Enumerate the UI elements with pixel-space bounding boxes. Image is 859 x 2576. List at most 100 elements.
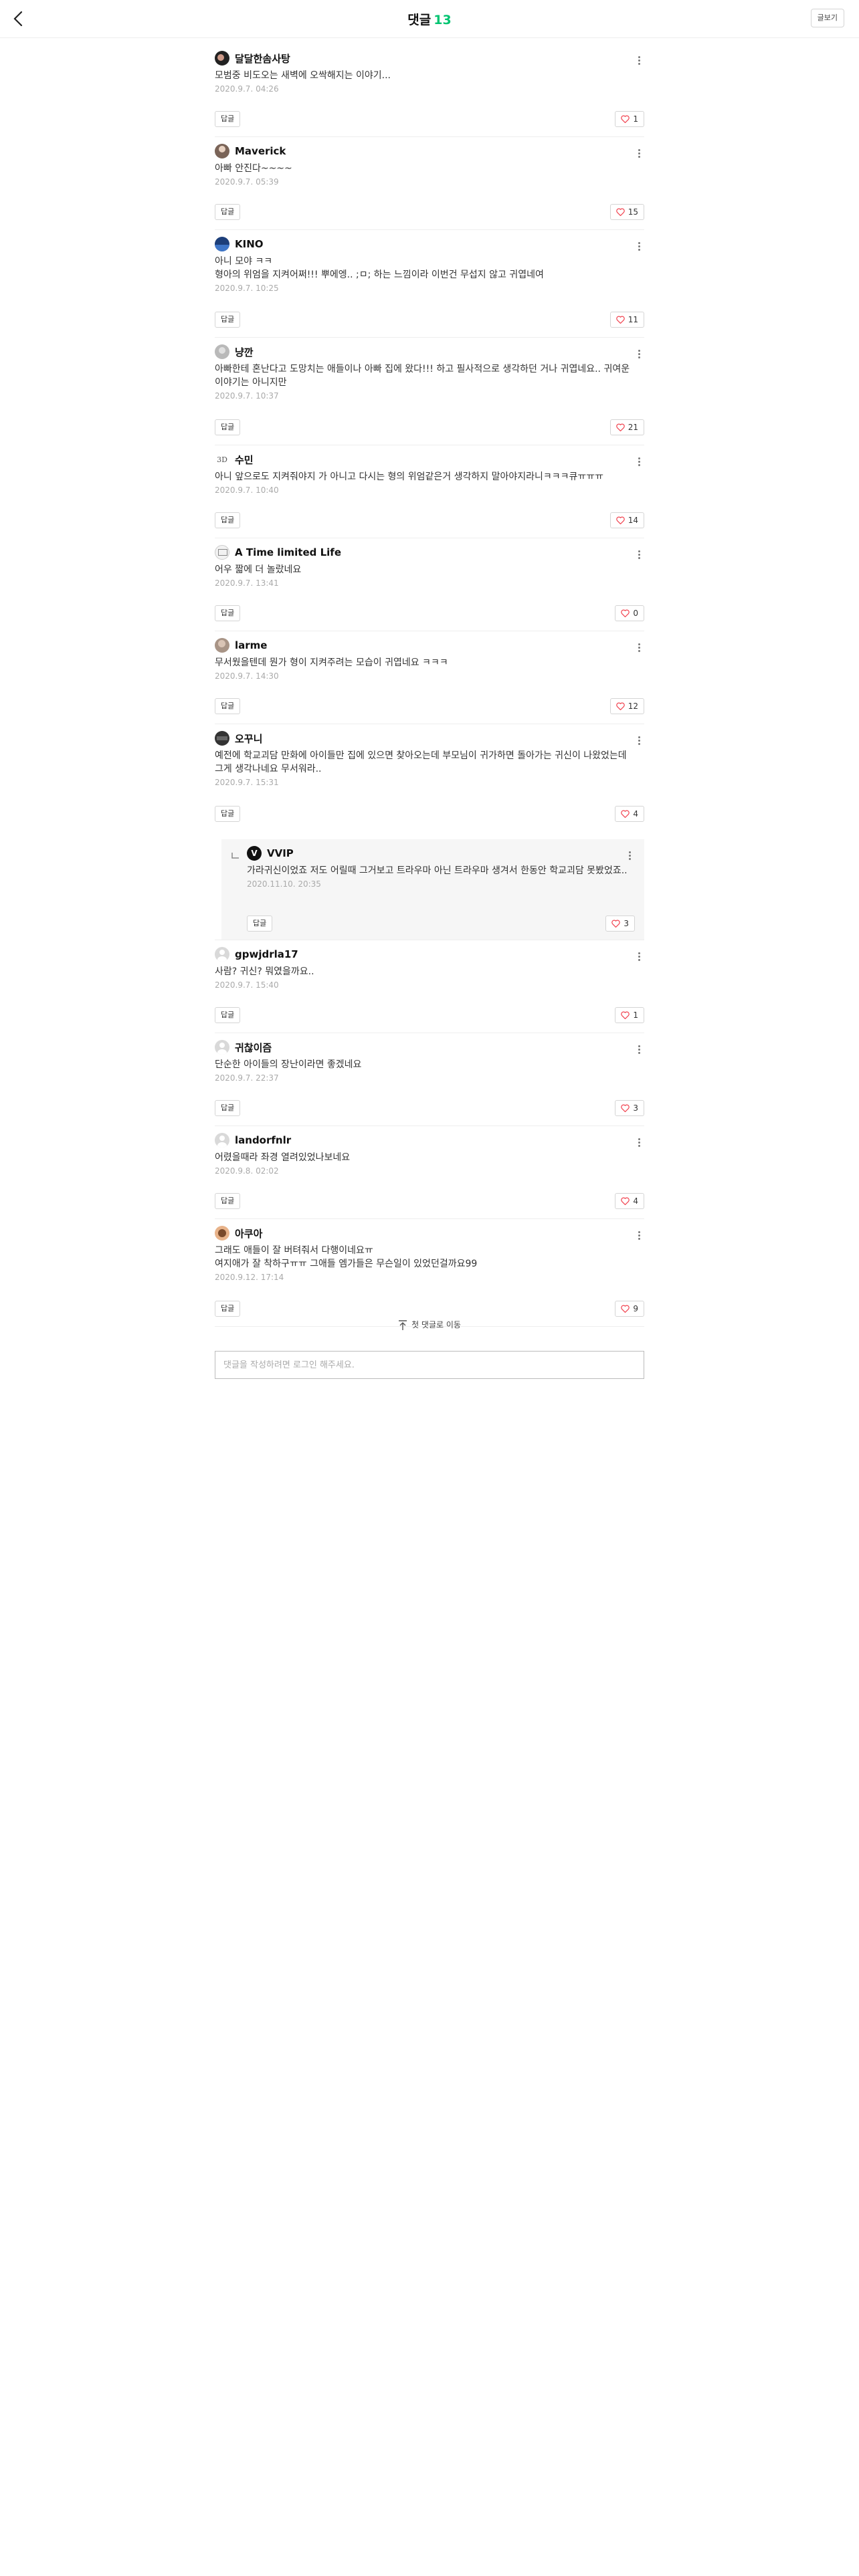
avatar[interactable] [215, 237, 229, 251]
reply-button[interactable]: 답글 [215, 312, 241, 328]
heart-icon [615, 423, 625, 431]
comment-text: 그래도 애들이 잘 버텨줘서 다행이네요ㅠ 여지애가 잘 착하구ㅠㅠ 그애들 엠… [215, 1245, 478, 1269]
like-count: 3 [633, 1103, 638, 1113]
comment-author[interactable]: landorfnlr [235, 1134, 291, 1146]
comment-author[interactable]: A Time limited Life [235, 546, 341, 558]
like-button[interactable]: 21 [609, 419, 644, 435]
more-options-icon[interactable] [634, 1228, 644, 1242]
reply-button[interactable]: 답글 [215, 1100, 241, 1116]
comment-author[interactable]: Maverick [235, 145, 286, 157]
avatar[interactable]: V [247, 846, 262, 861]
more-options-icon[interactable] [634, 1136, 644, 1149]
like-button[interactable]: 12 [609, 698, 644, 714]
more-options-icon[interactable] [634, 347, 644, 360]
more-options-icon[interactable] [634, 641, 644, 654]
title-text: 댓글 [407, 13, 432, 27]
comment-item: 달달한솜사탕 모범중 비도오는 새벽에 오싹해지는 이야기... 2020.9.… [215, 44, 644, 137]
comment-text: 예전에 학교괴담 만화에 아이들만 집에 있으면 찾아오는데 부모님이 귀가하면… [215, 750, 627, 774]
avatar[interactable] [215, 545, 229, 560]
avatar[interactable] [215, 344, 229, 359]
like-count: 15 [628, 207, 638, 217]
more-options-icon[interactable] [624, 849, 635, 862]
avatar[interactable] [215, 731, 229, 746]
first-comment-label: 첫 댓글로 이동 [411, 1320, 461, 1329]
comment-text: 모범중 비도오는 새벽에 오싹해지는 이야기... [215, 70, 391, 81]
more-options-icon[interactable] [634, 1043, 644, 1056]
like-count: 1 [633, 1010, 638, 1020]
more-options-icon[interactable] [634, 455, 644, 468]
avatar[interactable] [215, 638, 229, 653]
like-button[interactable]: 3 [605, 916, 635, 932]
comment-date: 2020.9.7. 10:40 [215, 486, 279, 495]
more-options-icon[interactable] [634, 950, 644, 963]
like-button[interactable]: 11 [609, 312, 644, 328]
heart-icon [615, 208, 625, 216]
comment-item: 3D 수민 아니 앞으로도 지켜줘야지 가 아니고 다시는 형의 위엄같은거 생… [215, 445, 644, 538]
avatar[interactable] [215, 947, 229, 962]
reply-button[interactable]: 답글 [215, 806, 241, 822]
reply-button[interactable]: 답글 [215, 1007, 241, 1023]
comment-text: 아빠 안진다~~~~ [215, 163, 292, 174]
avatar[interactable] [215, 1040, 229, 1055]
reply-button[interactable]: 답글 [215, 512, 241, 528]
avatar[interactable]: 3D [215, 452, 229, 467]
comment-author[interactable]: KINO [235, 238, 264, 250]
comment-author[interactable]: 아쿠아 [235, 1226, 262, 1241]
reply-button[interactable]: 답글 [215, 1193, 241, 1209]
comment-date: 2020.9.7. 10:37 [215, 391, 279, 401]
comment-date: 2020.9.7. 05:39 [215, 177, 279, 187]
comment-item: A Time limited Life 어우 짧에 더 놀랐네요 2020.9.… [215, 538, 644, 631]
reply-thread: V VVIP 가라귀신이었죠 저도 어릴때 그거보고 트라우마 아닌 트라우마 … [215, 831, 644, 940]
avatar[interactable] [215, 144, 229, 158]
comment-author[interactable]: gpwjdrla17 [235, 948, 298, 960]
comment-text: 가라귀신이었죠 저도 어릴때 그거보고 트라우마 아닌 트라우마 생겨서 한동안… [247, 865, 628, 876]
comment-author[interactable]: 귀찮이즘 [235, 1041, 272, 1055]
more-options-icon[interactable] [634, 239, 644, 253]
like-button[interactable]: 0 [615, 605, 644, 621]
reply-button[interactable]: 답글 [215, 605, 241, 621]
comment-author[interactable]: larme [235, 639, 267, 651]
comment-author[interactable]: 냥깐 [235, 345, 254, 359]
like-count: 12 [628, 702, 638, 711]
reply-button[interactable]: 답글 [215, 1301, 241, 1317]
reply-item: V VVIP 가라귀신이었죠 저도 어릴때 그거보고 트라우마 아닌 트라우마 … [221, 839, 644, 940]
go-to-first-comment-link[interactable]: 첫 댓글로 이동 [0, 1317, 859, 1332]
like-button[interactable]: 1 [615, 1007, 644, 1023]
comment-date: 2020.11.10. 20:35 [247, 879, 321, 889]
comment-author[interactable]: VVIP [267, 847, 294, 859]
comment-date: 2020.9.7. 10:25 [215, 284, 279, 293]
comment-date: 2020.9.7. 04:26 [215, 84, 279, 94]
comment-author[interactable]: 달달한솜사탕 [235, 51, 290, 66]
comment-text: 무서웠을텐데 뭔가 형이 지켜주려는 모습이 귀엽네요 ㅋㅋㅋ [215, 657, 448, 668]
like-count: 3 [624, 919, 629, 928]
like-button[interactable]: 3 [615, 1100, 644, 1116]
like-button[interactable]: 9 [615, 1301, 644, 1317]
more-options-icon[interactable] [634, 146, 644, 160]
like-button[interactable]: 4 [615, 806, 644, 822]
reply-button[interactable]: 답글 [215, 204, 241, 220]
like-button[interactable]: 4 [615, 1193, 644, 1209]
reply-button[interactable]: 답글 [215, 419, 241, 435]
comment-item: 귀찮이즘 단순한 아이들의 장난이라면 좋겠네요 2020.9.7. 22:37… [215, 1033, 644, 1126]
reply-button[interactable]: 답글 [215, 111, 241, 127]
like-button[interactable]: 15 [609, 204, 644, 220]
heart-icon [611, 920, 621, 928]
avatar[interactable] [215, 1133, 229, 1148]
reply-button[interactable]: 답글 [215, 698, 241, 714]
comment-date: 2020.9.7. 13:41 [215, 578, 279, 588]
comment-author[interactable]: 오꾸니 [235, 732, 262, 746]
like-button[interactable]: 14 [609, 512, 644, 528]
more-options-icon[interactable] [634, 548, 644, 561]
comment-input[interactable] [215, 1351, 644, 1379]
avatar[interactable] [215, 51, 229, 66]
comment-date: 2020.9.7. 15:31 [215, 778, 279, 787]
more-options-icon[interactable] [634, 53, 644, 67]
more-options-icon[interactable] [634, 734, 644, 747]
reply-button[interactable]: 답글 [247, 916, 273, 932]
comment-author[interactable]: 수민 [235, 453, 254, 467]
arrow-up-icon [399, 1319, 407, 1330]
avatar[interactable] [215, 1226, 229, 1241]
like-button[interactable]: 1 [615, 111, 644, 127]
view-post-button[interactable]: 글보기 [810, 9, 844, 27]
comment-date: 2020.9.7. 14:30 [215, 671, 279, 681]
